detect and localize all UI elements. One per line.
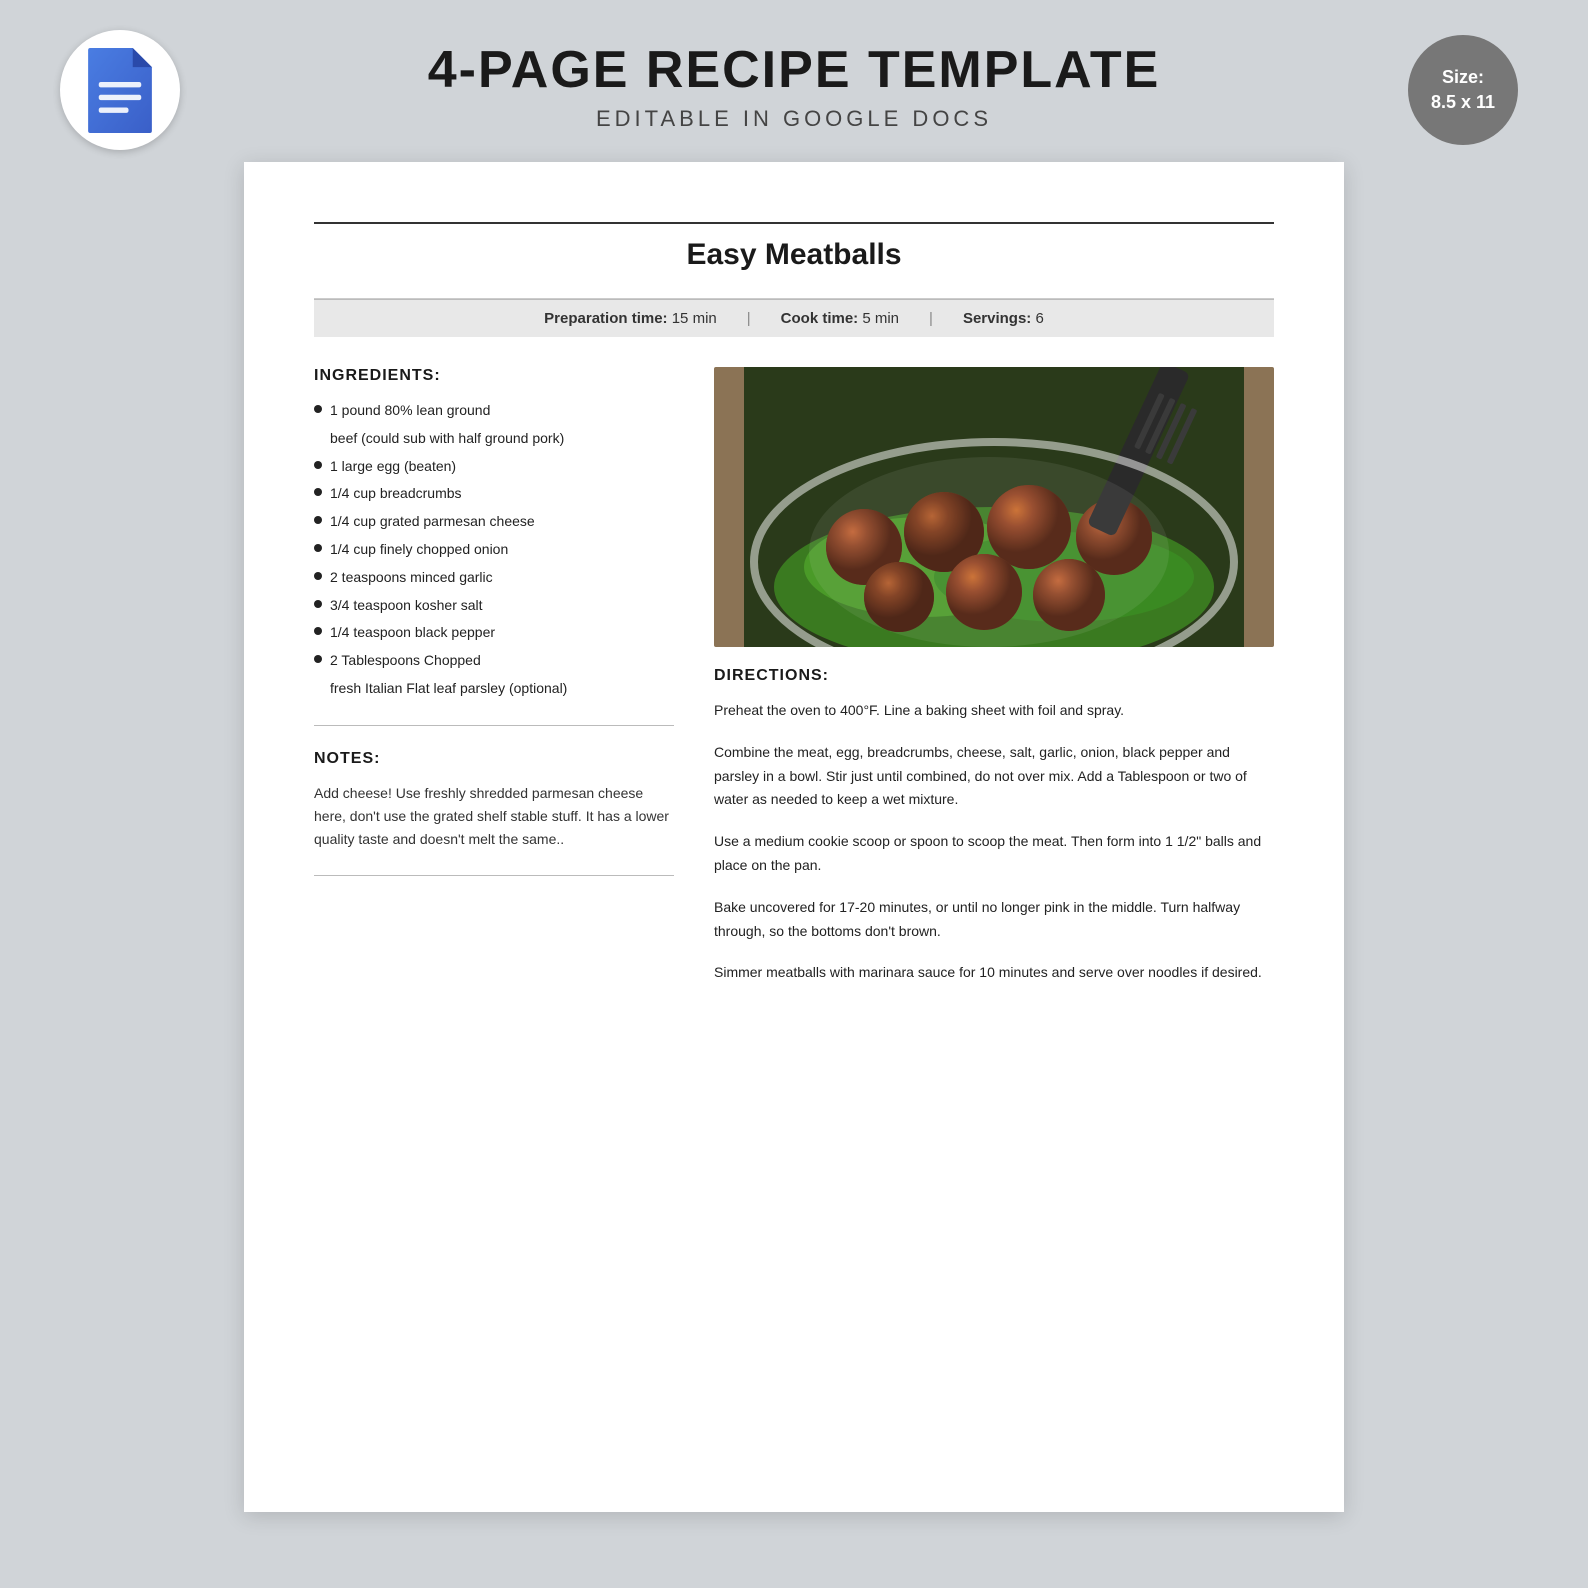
direction-paragraph: Preheat the oven to 400°F. Line a baking…: [714, 699, 1274, 723]
bullet-icon: [314, 655, 322, 663]
cook-label: Cook time:: [781, 310, 859, 327]
size-value: 8.5 x 11: [1431, 90, 1495, 115]
meta-divider-2: |: [929, 310, 933, 327]
ingredient-item: 3/4 teaspoon kosher salt: [314, 594, 674, 618]
ingredient-item: 1/4 cup finely chopped onion: [314, 538, 674, 562]
notes-label: NOTES:: [314, 750, 674, 768]
prep-label: Preparation time:: [544, 310, 667, 327]
bottom-divider: [314, 875, 674, 876]
bullet-icon: [314, 627, 322, 635]
direction-paragraph: Bake uncovered for 17-20 minutes, or unt…: [714, 896, 1274, 944]
directions-section: DIRECTIONS: Preheat the oven to 400°F. L…: [714, 667, 1274, 985]
ingredient-item: 1/4 teaspoon black pepper: [314, 621, 674, 645]
ingredient-item: 1/4 cup breadcrumbs: [314, 482, 674, 506]
prep-time: Preparation time: 15 min: [544, 310, 717, 327]
left-column: INGREDIENTS: 1 pound 80% lean ground beef…: [314, 367, 674, 1003]
ingredients-list: 1 pound 80% lean ground beef (could sub w…: [314, 399, 674, 701]
size-label: Size:: [1442, 65, 1484, 90]
google-docs-logo: [60, 30, 180, 150]
prep-value: 15 min: [672, 310, 717, 327]
bullet-icon: [314, 516, 322, 524]
notes-divider: [314, 725, 674, 726]
ingredient-text: 1/4 teaspoon black pepper: [330, 621, 495, 645]
recipe-page: Easy Meatballs Preparation time: 15 min …: [244, 162, 1344, 1512]
ingredient-item: 1 large egg (beaten): [314, 455, 674, 479]
servings-value: 6: [1035, 310, 1043, 327]
direction-paragraph: Combine the meat, egg, breadcrumbs, chee…: [714, 741, 1274, 812]
page-main-title: 4-PAGE RECIPE TEMPLATE: [428, 40, 1161, 100]
cook-time: Cook time: 5 min: [781, 310, 899, 327]
ingredient-continuation: beef (could sub with half ground pork): [314, 427, 674, 451]
bullet-icon: [314, 572, 322, 580]
notes-text: Add cheese! Use freshly shredded parmesa…: [314, 782, 674, 851]
ingredient-text: 2 teaspoons minced garlic: [330, 566, 493, 590]
ingredient-text: 1/4 cup breadcrumbs: [330, 482, 462, 506]
ingredients-label: INGREDIENTS:: [314, 367, 674, 385]
ingredient-item: 2 teaspoons minced garlic: [314, 566, 674, 590]
main-content: INGREDIENTS: 1 pound 80% lean ground beef…: [314, 367, 1274, 1003]
ingredient-item: 1/4 cup grated parmesan cheese: [314, 510, 674, 534]
ingredient-text: fresh Italian Flat leaf parsley (optiona…: [330, 677, 567, 701]
directions-label: DIRECTIONS:: [714, 667, 1274, 685]
meta-divider-1: |: [747, 310, 751, 327]
recipe-title-section: Easy Meatballs: [314, 222, 1274, 299]
direction-paragraph: Simmer meatballs with marinara sauce for…: [714, 961, 1274, 985]
servings-label: Servings:: [963, 310, 1031, 327]
ingredient-text: 3/4 teaspoon kosher salt: [330, 594, 483, 618]
bullet-icon: [314, 405, 322, 413]
header-section: 4-PAGE RECIPE TEMPLATE EDITABLE IN GOOGL…: [0, 0, 1588, 152]
bullet-icon: [314, 600, 322, 608]
food-photo: [714, 367, 1274, 647]
size-badge: Size: 8.5 x 11: [1408, 35, 1518, 145]
notes-section: NOTES: Add cheese! Use freshly shredded …: [314, 750, 674, 851]
cook-value: 5 min: [862, 310, 899, 327]
header-text-block: 4-PAGE RECIPE TEMPLATE EDITABLE IN GOOGL…: [428, 40, 1161, 132]
bullet-icon: [314, 488, 322, 496]
ingredient-text: 1/4 cup grated parmesan cheese: [330, 510, 535, 534]
bullet-icon: [314, 544, 322, 552]
ingredient-text: 2 Tablespoons Chopped: [330, 649, 481, 673]
ingredient-item: 1 pound 80% lean ground: [314, 399, 674, 423]
ingredient-continuation: fresh Italian Flat leaf parsley (optiona…: [314, 677, 674, 701]
ingredient-text: beef (could sub with half ground pork): [330, 427, 564, 451]
bullet-icon: [314, 461, 322, 469]
right-column: DIRECTIONS: Preheat the oven to 400°F. L…: [714, 367, 1274, 1003]
direction-paragraph: Use a medium cookie scoop or spoon to sc…: [714, 830, 1274, 878]
recipe-title: Easy Meatballs: [314, 238, 1274, 272]
page-wrapper: Easy Meatballs Preparation time: 15 min …: [0, 152, 1588, 1542]
ingredient-text: 1/4 cup finely chopped onion: [330, 538, 508, 562]
ingredient-text: 1 pound 80% lean ground: [330, 399, 490, 423]
page-sub-title: EDITABLE IN GOOGLE DOCS: [428, 106, 1161, 132]
directions-container: Preheat the oven to 400°F. Line a baking…: [714, 699, 1274, 985]
ingredient-text: 1 large egg (beaten): [330, 455, 456, 479]
recipe-meta-bar: Preparation time: 15 min | Cook time: 5 …: [314, 299, 1274, 337]
servings: Servings: 6: [963, 310, 1044, 327]
ingredient-item: 2 Tablespoons Chopped: [314, 649, 674, 673]
